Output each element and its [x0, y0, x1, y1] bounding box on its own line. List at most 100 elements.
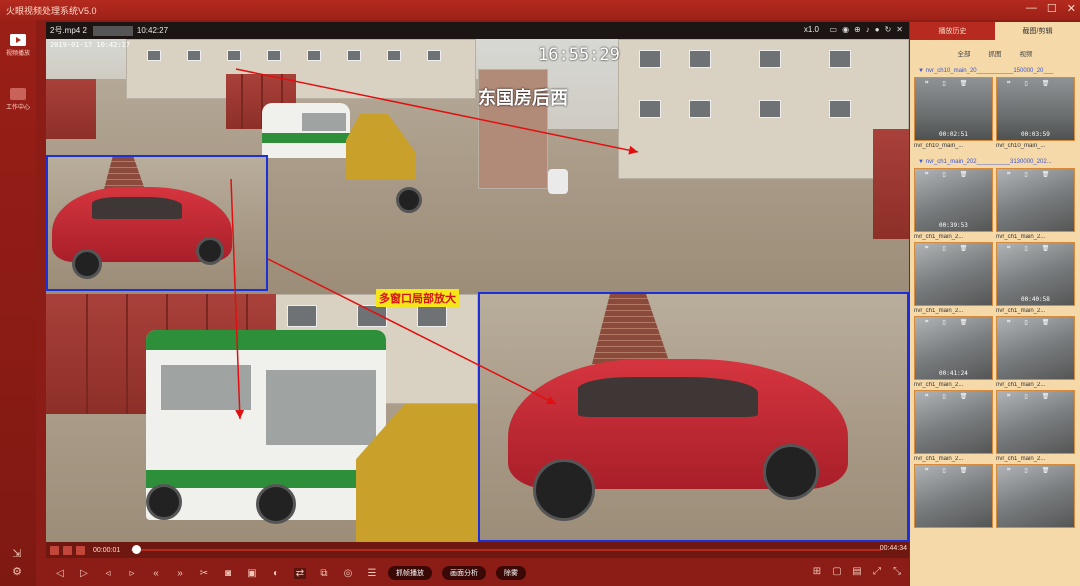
clip-thumbnail[interactable]: ⌗ ▯ 🗑 00:41:24 nvr_ch1_main_2... — [914, 316, 993, 388]
crop-icon[interactable]: ⌗ — [1007, 467, 1010, 474]
delete-icon[interactable]: 🗑 — [1042, 467, 1050, 474]
tab-play-history[interactable]: 播放历史 — [910, 22, 995, 40]
tab-clips[interactable]: 截图/剪辑 — [995, 22, 1080, 40]
frame-play-button[interactable]: 抓帧播放 — [388, 566, 432, 580]
subtab-all[interactable]: 全部 — [958, 48, 971, 58]
crop-icon[interactable]: ⌗ — [925, 171, 928, 178]
nav-item-work-center[interactable]: 工作中心 — [0, 88, 36, 111]
delete-icon[interactable]: 🗑 — [1042, 245, 1050, 252]
file-icon[interactable]: ▯ — [942, 80, 945, 87]
file-icon[interactable]: ▯ — [1024, 393, 1027, 400]
file-icon[interactable]: ▯ — [1024, 319, 1027, 326]
close-icon[interactable]: ✕ — [896, 25, 903, 34]
zoom-icon[interactable]: ⊕ — [854, 25, 861, 34]
crop-icon[interactable]: ⌗ — [1007, 319, 1010, 326]
crop-icon[interactable]: ⌗ — [1007, 171, 1010, 178]
target-icon[interactable]: ◎ — [342, 568, 354, 579]
subtab-snapshots[interactable]: 抓图 — [989, 48, 1002, 58]
group-header[interactable]: ▼ nvr_ch1_main_202__________3130000_202.… — [918, 159, 1080, 165]
grid-icon[interactable]: ⊞ — [811, 566, 823, 577]
progress-track[interactable] — [131, 549, 881, 551]
zoom-output-box[interactable] — [478, 292, 909, 542]
exit-fullscreen-icon[interactable]: ⤡ — [891, 566, 903, 577]
file-icon[interactable]: ▯ — [942, 319, 945, 326]
snapshot-icon[interactable]: ▣ — [246, 568, 258, 579]
share-icon[interactable]: ⇲ — [11, 548, 23, 560]
clip-thumbnail[interactable]: ⌗ ▯ 🗑 nvr_ch1_main_2... — [996, 316, 1075, 388]
clip-icon[interactable] — [76, 545, 85, 555]
delete-icon[interactable]: 🗑 — [1042, 171, 1050, 178]
group-header[interactable]: ▼ nvr_ch10_main_20___________150000_20__… — [918, 68, 1080, 74]
file-icon[interactable]: ▯ — [1024, 171, 1027, 178]
crop-icon[interactable]: ⌗ — [1007, 393, 1010, 400]
speed-indicator[interactable]: x1.0 — [804, 25, 819, 34]
clip-thumbnail[interactable]: ⌗ ▯ 🗑 nvr_ch1_main_2... — [914, 390, 993, 462]
settings-icon[interactable]: ⚙ — [11, 566, 23, 578]
volume-icon[interactable]: ♪ — [866, 25, 870, 34]
play-icon[interactable]: ▷ — [78, 568, 90, 579]
clip-thumbnail[interactable]: ⌗ ▯ 🗑 nvr_ch1_main_2... — [996, 390, 1075, 462]
clip-thumbnail[interactable]: ⌗ ▯ 🗑 00:02:51 nvr_ch10_main_... — [914, 77, 993, 149]
record-icon[interactable]: ● — [875, 25, 880, 34]
file-icon[interactable]: ▯ — [942, 171, 945, 178]
delete-icon[interactable]: 🗑 — [960, 245, 968, 252]
file-icon[interactable]: ▯ — [1024, 467, 1027, 474]
clip-thumbnail[interactable]: ⌗ ▯ 🗑 — [996, 464, 1075, 530]
camera-icon[interactable]: ◙ — [222, 568, 234, 579]
clip-thumbnail[interactable]: ⌗ ▯ 🗑 00:40:58 nvr_ch1_main_2... — [996, 242, 1075, 314]
step-back-icon[interactable]: ◃ — [102, 568, 114, 579]
window-icon[interactable]: ▢ — [831, 566, 843, 577]
minimize-icon[interactable]: — — [1026, 2, 1037, 15]
delete-icon[interactable]: 🗑 — [960, 467, 968, 474]
step-forward-icon[interactable]: ▹ — [126, 568, 138, 579]
clip-thumbnail[interactable]: ⌗ ▯ 🗑 nvr_ch1_main_2... — [914, 242, 993, 314]
maximize-icon[interactable]: ☐ — [1047, 2, 1057, 15]
zoom-region-box[interactable] — [46, 155, 268, 291]
delete-icon[interactable]: 🗑 — [1042, 393, 1050, 400]
clip-thumbnail[interactable]: ⌗ ▯ 🗑 — [914, 464, 993, 530]
file-icon[interactable]: ▯ — [942, 467, 945, 474]
analysis-button[interactable]: 画面分析 — [442, 566, 486, 580]
cut-icon[interactable]: ✂ — [198, 568, 210, 579]
file-icon[interactable]: ▯ — [942, 393, 945, 400]
clip-thumbnail[interactable]: ⌗ ▯ 🗑 nvr_ch1_main_2... — [996, 168, 1075, 240]
fast-forward-icon[interactable]: » — [174, 568, 186, 579]
delete-icon[interactable]: 🗑 — [1042, 319, 1050, 326]
layout-icon[interactable]: ▤ — [851, 566, 863, 577]
fullscreen-icon[interactable]: ⤢ — [871, 566, 883, 577]
file-icon[interactable]: ▯ — [1024, 245, 1027, 252]
delete-icon[interactable]: 🗑 — [960, 393, 968, 400]
crop-icon[interactable]: ⌗ — [1007, 80, 1010, 87]
video-player[interactable]: 2号.mp4 2 10:42:27 x1.0 ▭ ◉ ⊕ ♪ ● ↻ ✕ 16:… — [46, 22, 909, 542]
rewind-icon[interactable]: « — [150, 568, 162, 579]
crop-icon[interactable]: ⌗ — [925, 319, 928, 326]
clip-thumbnail[interactable]: ⌗ ▯ 🗑 00:39:53 nvr_ch1_main_2... — [914, 168, 993, 240]
brightness-icon[interactable]: ◐ — [270, 568, 282, 579]
close-window-icon[interactable]: ✕ — [1067, 2, 1076, 15]
crop-icon[interactable]: ⌗ — [925, 245, 928, 252]
snapshot-icon[interactable]: ◉ — [842, 25, 849, 34]
delete-icon[interactable]: 🗑 — [960, 171, 968, 178]
crop-icon[interactable]: ⌗ — [925, 467, 928, 474]
region-icon[interactable]: ⧉ — [318, 568, 330, 579]
delete-icon[interactable]: 🗑 — [960, 80, 968, 87]
prev-frame-icon[interactable]: ◁ — [54, 568, 66, 579]
ab-loop-icon[interactable]: ⇄ — [294, 567, 306, 579]
subtab-videos[interactable]: 视频 — [1020, 48, 1033, 58]
crop-icon[interactable]: ⌗ — [1007, 245, 1010, 252]
list-icon[interactable]: ☰ — [366, 568, 378, 579]
crop-icon[interactable]: ⌗ — [925, 80, 928, 87]
clip-thumbnail[interactable]: ⌗ ▯ 🗑 00:03:59 nvr_ch10_main_... — [996, 77, 1075, 149]
progress-knob[interactable] — [131, 545, 141, 554]
mark-in-icon[interactable] — [50, 545, 59, 555]
file-icon[interactable]: ▯ — [942, 245, 945, 252]
delete-icon[interactable]: 🗑 — [1042, 80, 1050, 87]
rotate-icon[interactable]: ↻ — [885, 25, 892, 34]
defog-button[interactable]: 除雾 — [496, 566, 526, 580]
mark-out-icon[interactable] — [63, 545, 72, 555]
display-icon[interactable]: ▭ — [830, 25, 838, 34]
delete-icon[interactable]: 🗑 — [960, 319, 968, 326]
crop-icon[interactable]: ⌗ — [925, 393, 928, 400]
file-icon[interactable]: ▯ — [1024, 80, 1027, 87]
nav-item-video-play[interactable]: 视频播放 — [0, 34, 36, 57]
